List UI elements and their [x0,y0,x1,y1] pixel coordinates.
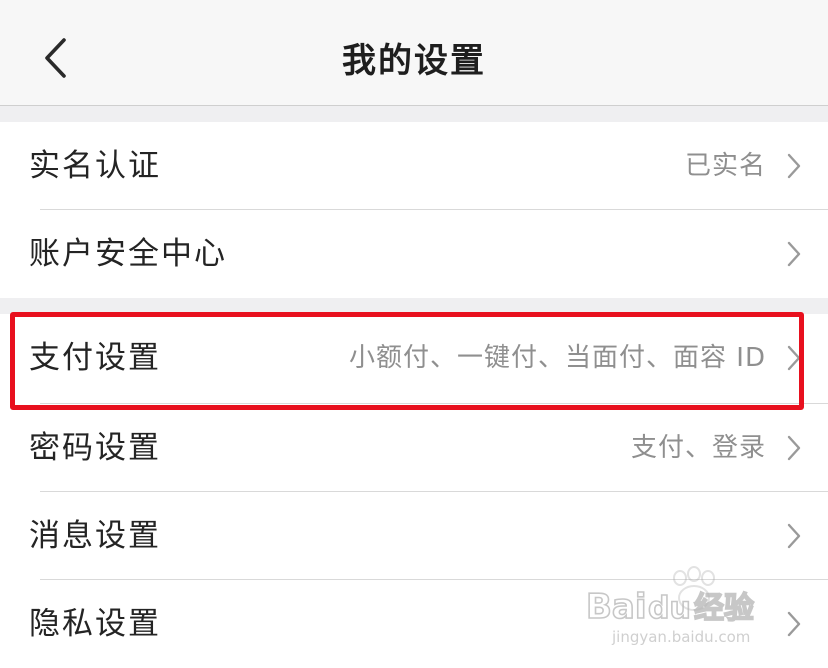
chevron-right-icon [787,435,801,461]
chevron-right-icon [787,345,801,371]
settings-row-password[interactable]: 密码设置 支付、登录 [0,404,828,492]
row-label: 实名认证 [29,148,161,184]
chevron-right-icon [787,153,801,179]
row-label: 支付设置 [29,340,161,376]
chevron-right-icon [787,241,801,267]
row-value: 已实名 [684,151,766,181]
row-label: 密码设置 [29,430,161,466]
settings-row-messages[interactable]: 消息设置 [0,492,828,580]
row-label: 隐私设置 [29,606,161,642]
page-title: 我的设置 [342,41,486,81]
row-value: 小额付、一键付、当面付、面容 ID [349,343,766,373]
settings-row-real-name[interactable]: 实名认证 已实名 [0,122,828,210]
row-value: 支付、登录 [630,433,766,463]
settings-row-privacy[interactable]: 隐私设置 [0,580,828,668]
row-label: 消息设置 [29,518,161,554]
section-gap [0,298,828,314]
settings-row-payment[interactable]: 支付设置 小额付、一键付、当面付、面容 ID [0,314,828,402]
settings-row-account-security[interactable]: 账户安全中心 [0,210,828,298]
row-label: 账户安全中心 [29,236,227,272]
chevron-right-icon [787,611,801,637]
navigation-bar: 我的设置 [0,0,828,106]
section-gap [0,106,828,122]
chevron-right-icon [787,523,801,549]
